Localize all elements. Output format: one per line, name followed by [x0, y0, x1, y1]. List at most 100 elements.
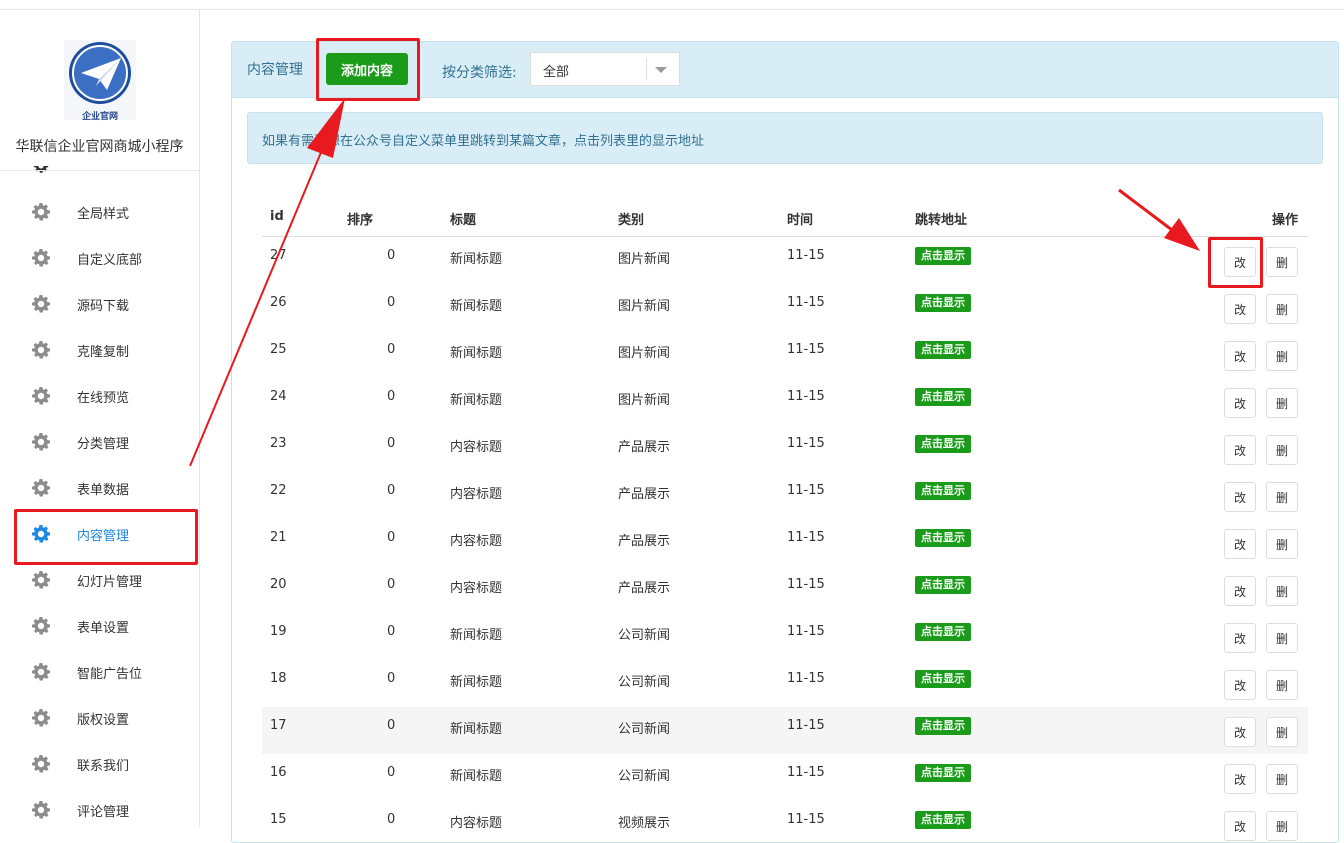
show-link-badge[interactable]: 点击显示 — [915, 623, 971, 641]
edit-button[interactable]: 改 — [1224, 388, 1256, 418]
sidebar-item[interactable]: 克隆复制 — [0, 330, 199, 370]
show-link-badge[interactable]: 点击显示 — [915, 576, 971, 594]
sidebar-item[interactable]: 自定义底部 — [0, 238, 199, 278]
sidebar-item[interactable]: 在线预览 — [0, 376, 199, 416]
edit-button[interactable]: 改 — [1224, 623, 1256, 653]
cell-title: 新闻标题 — [450, 628, 503, 643]
sidebar: 企业官网 华联信企业官网商城小程序 全局样式 自定义底部 源码下载 克隆复制 在线预览分… — [0, 10, 200, 827]
sidebar-item-label: 全局样式 — [77, 207, 130, 222]
cell-id: 18 — [270, 671, 287, 686]
logo-text: 企业官网 — [81, 112, 118, 122]
sidebar-item[interactable]: 智能广告位 — [0, 652, 199, 692]
delete-button[interactable]: 删 — [1266, 482, 1298, 512]
delete-button[interactable]: 删 — [1266, 811, 1298, 841]
cell-category: 图片新闻 — [618, 252, 671, 267]
cell-sort: 0 — [387, 624, 396, 639]
table-row: 27 0 新闻标题 图片新闻 11-15 点击显示 改删 — [262, 237, 1308, 285]
cell-sort: 0 — [387, 671, 396, 686]
add-content-button[interactable]: 添加内容 — [326, 53, 408, 85]
delete-button[interactable]: 删 — [1266, 576, 1298, 606]
top-bar — [0, 0, 1344, 10]
edit-button[interactable]: 改 — [1224, 576, 1256, 606]
category-filter-select[interactable]: 全部 — [530, 52, 680, 86]
sidebar-item[interactable]: 联系我们 — [0, 744, 199, 784]
table-row: 17 0 新闻标题 公司新闻 11-15 点击显示 改删 — [262, 707, 1308, 755]
edit-button[interactable]: 改 — [1224, 294, 1256, 324]
show-link-badge[interactable]: 点击显示 — [915, 247, 971, 265]
sidebar-item[interactable]: 幻灯片管理 — [0, 560, 199, 600]
show-link-badge[interactable]: 点击显示 — [915, 294, 971, 312]
edit-button[interactable]: 改 — [1224, 247, 1256, 277]
content-panel: 内容管理 添加内容 按分类筛选: 全部 如果有需要想在公众号自定义菜单里跳转到某… — [231, 41, 1339, 843]
show-link-badge[interactable]: 点击显示 — [915, 529, 971, 547]
edit-button[interactable]: 改 — [1224, 811, 1256, 841]
show-link-badge[interactable]: 点击显示 — [915, 764, 971, 782]
gear-icon — [31, 386, 51, 406]
edit-button[interactable]: 改 — [1224, 435, 1256, 465]
sidebar-item[interactable]: 源码下载 — [0, 284, 199, 324]
table-row: 22 0 内容标题 产品展示 11-15 点击显示 改删 — [262, 472, 1308, 520]
delete-button[interactable]: 删 — [1266, 623, 1298, 653]
show-link-badge[interactable]: 点击显示 — [915, 388, 971, 406]
sidebar-item[interactable]: 内容管理 — [0, 514, 199, 554]
cell-time: 11-15 — [787, 624, 825, 639]
edit-button[interactable]: 改 — [1224, 529, 1256, 559]
sidebar-item-label: 克隆复制 — [77, 345, 130, 360]
info-notice: 如果有需要想在公众号自定义菜单里跳转到某篇文章，点击列表里的显示地址 — [247, 112, 1323, 164]
show-link-badge[interactable]: 点击显示 — [915, 717, 971, 735]
show-link-badge[interactable]: 点击显示 — [915, 341, 971, 359]
delete-button[interactable]: 删 — [1266, 388, 1298, 418]
delete-button[interactable]: 删 — [1266, 341, 1298, 371]
show-link-badge[interactable]: 点击显示 — [915, 482, 971, 500]
delete-button[interactable]: 删 — [1266, 529, 1298, 559]
show-link-badge[interactable]: 点击显示 — [915, 435, 971, 453]
cell-title: 内容标题 — [450, 581, 503, 596]
edit-button[interactable]: 改 — [1224, 341, 1256, 371]
show-link-badge[interactable]: 点击显示 — [915, 670, 971, 688]
delete-button[interactable]: 删 — [1266, 670, 1298, 700]
cell-time: 11-15 — [787, 718, 825, 733]
cell-sort: 0 — [387, 812, 396, 827]
edit-button[interactable]: 改 — [1224, 717, 1256, 747]
delete-button[interactable]: 删 — [1266, 717, 1298, 747]
cell-id: 15 — [270, 812, 287, 827]
page-title: 内容管理 — [247, 62, 303, 78]
cell-id: 24 — [270, 389, 287, 404]
panel-header: 内容管理 添加内容 按分类筛选: 全部 — [232, 42, 1338, 98]
sidebar-item[interactable]: 表单设置 — [0, 606, 199, 646]
sidebar-item[interactable]: 全局样式 — [0, 192, 199, 232]
edit-button[interactable]: 改 — [1224, 670, 1256, 700]
show-link-badge[interactable]: 点击显示 — [915, 811, 971, 829]
cell-title: 新闻标题 — [450, 346, 503, 361]
sidebar-item[interactable]: 表单数据 — [0, 468, 199, 508]
cell-sort: 0 — [387, 765, 396, 780]
edit-button[interactable]: 改 — [1224, 764, 1256, 794]
gear-icon — [31, 616, 51, 636]
sidebar-item-label: 联系我们 — [77, 759, 130, 774]
category-filter-value: 全部 — [543, 65, 570, 80]
cell-title: 新闻标题 — [450, 769, 503, 784]
cell-title: 新闻标题 — [450, 252, 503, 267]
gear-icon — [31, 708, 51, 728]
cell-category: 产品展示 — [618, 581, 671, 596]
col-time: 时间 — [787, 213, 814, 228]
filter-label: 按分类筛选: — [442, 65, 517, 81]
sidebar-item[interactable]: 分类管理 — [0, 422, 199, 462]
cell-id: 17 — [270, 718, 287, 733]
cell-id: 25 — [270, 342, 287, 357]
app-logo: 企业官网 — [63, 40, 137, 122]
delete-button[interactable]: 删 — [1266, 247, 1298, 277]
cell-category: 产品展示 — [618, 440, 671, 455]
edit-button[interactable]: 改 — [1224, 482, 1256, 512]
delete-button[interactable]: 删 — [1266, 435, 1298, 465]
sidebar-item[interactable]: 评论管理 — [0, 790, 199, 827]
cell-id: 21 — [270, 530, 287, 545]
delete-button[interactable]: 删 — [1266, 294, 1298, 324]
delete-button[interactable]: 删 — [1266, 764, 1298, 794]
sidebar-item[interactable]: 版权设置 — [0, 698, 199, 738]
gear-icon — [31, 294, 51, 314]
table-row: 23 0 内容标题 产品展示 11-15 点击显示 改删 — [262, 425, 1308, 473]
sidebar-item-label: 源码下载 — [77, 299, 130, 314]
sidebar-item-label: 幻灯片管理 — [77, 575, 143, 590]
cell-category: 产品展示 — [618, 534, 671, 549]
